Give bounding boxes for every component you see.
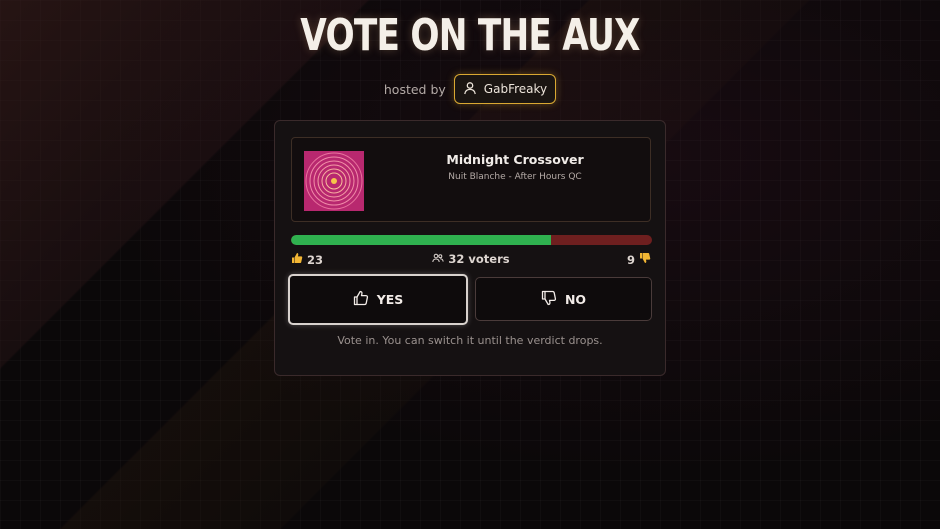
host-name: GabFreaky [483,82,548,96]
no-count-stat: 9 [627,252,651,267]
voters-count: 32 voters [448,252,510,266]
vote-yes-label: YES [376,292,404,307]
users-icon [432,252,445,266]
host-chip[interactable]: GabFreaky [453,74,557,104]
user-icon [463,81,477,98]
vote-no-button[interactable]: NO [475,277,652,321]
now-playing-track: Midnight Crossover Nuit Blanche - After … [291,137,651,222]
page-title: VOTE ON THE AUX [300,10,640,61]
vote-stats: 23 32 voters 9 [291,252,651,268]
voters-stat: 32 voters [291,252,651,266]
track-subtitle: Nuit Blanche - After Hours QC [448,172,582,182]
host-row: hosted by GabFreaky [0,74,940,104]
thumbs-up-icon [353,290,369,309]
vote-progress-bar [291,235,652,245]
vinyl-record-icon [304,151,364,211]
thumbs-down-icon [541,290,557,309]
thumbs-down-emoji-icon [639,252,651,267]
vote-yes-button[interactable]: YES [288,274,468,325]
no-count: 9 [626,252,635,267]
vote-hint-text: Vote in. You can switch it until the ver… [337,334,603,347]
vote-card: Midnight Crossover Nuit Blanche - After … [274,120,666,376]
track-title: Midnight Crossover [446,152,584,167]
vote-progress-yes-fill [291,235,551,245]
vote-no-label: NO [564,291,587,307]
hosted-by-label: hosted by [383,81,446,97]
